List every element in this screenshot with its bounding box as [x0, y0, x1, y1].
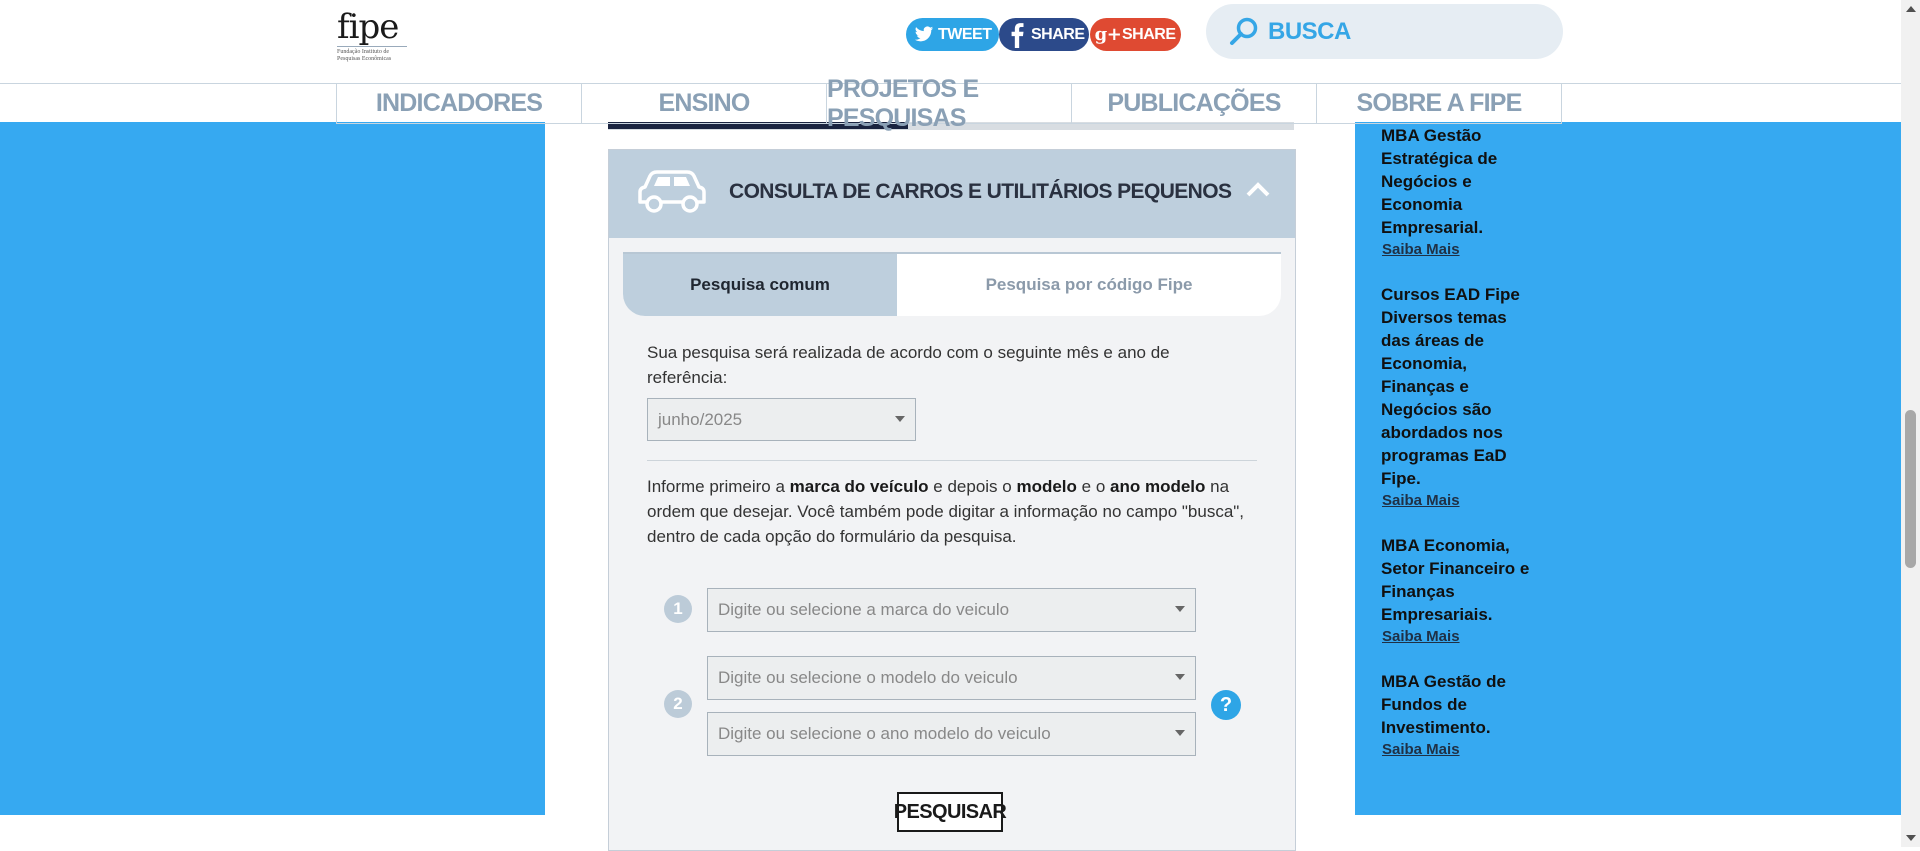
twitter-icon: [910, 26, 938, 43]
search-icon: [1228, 16, 1268, 48]
google-plus-icon: g+: [1094, 24, 1122, 45]
dropdown-arrow-icon: [1175, 606, 1185, 612]
tweet-button[interactable]: TWEET: [906, 18, 999, 51]
facebook-share-label: SHARE: [1031, 25, 1085, 43]
main-nav: INDICADORES ENSINO PROJETOS E PESQUISAS …: [336, 75, 1562, 132]
dropdown-arrow-icon: [895, 415, 905, 422]
sidebar-item: MBA Economia, Setor Financeiro e Finança…: [1381, 534, 1531, 648]
panel-title: CONSULTA DE CARROS E UTILITÁRIOS PEQUENO…: [729, 180, 1232, 203]
scrollbar-thumb[interactable]: [1905, 410, 1916, 568]
nav-item-projetos-e-pesquisas[interactable]: PROJETOS E PESQUISAS: [826, 75, 1071, 132]
scroll-down-arrow-icon[interactable]: [1906, 835, 1916, 841]
search-tabs: Pesquisa comum Pesquisa por código Fipe: [623, 252, 1281, 316]
instructions-bold-modelo: modelo: [1016, 477, 1077, 496]
fipe-logo[interactable]: fipe Fundação Instituto de Pesquisas Eco…: [337, 10, 407, 72]
consulta-panel: CONSULTA DE CARROS E UTILITÁRIOS PEQUENO…: [608, 149, 1296, 851]
section-divider: [647, 460, 1257, 461]
sidebar-courses: MBA Gestão Estratégica de Negócios e Eco…: [1381, 124, 1531, 783]
nav-item-publicacoes[interactable]: PUBLICAÇÕES: [1071, 84, 1316, 123]
step-1-badge: 1: [664, 595, 692, 623]
pesquisar-button[interactable]: PESQUISAR: [894, 792, 1007, 832]
year-placeholder: Digite ou selecione o ano modelo do veic…: [718, 724, 1051, 743]
chevron-up-icon[interactable]: [1245, 180, 1271, 203]
year-select[interactable]: Digite ou selecione o ano modelo do veic…: [707, 712, 1196, 756]
saiba-mais-link[interactable]: Saiba Mais: [1382, 490, 1531, 512]
panel-header[interactable]: CONSULTA DE CARROS E UTILITÁRIOS PEQUENO…: [609, 150, 1295, 238]
model-placeholder: Digite ou selecione o modelo do veiculo: [718, 668, 1018, 687]
logo-word: fipe: [337, 7, 399, 47]
logo-subtitle-line2: Pesquisas Econômicas: [337, 56, 392, 62]
tweet-label: TWEET: [938, 25, 992, 43]
car-icon: [634, 168, 710, 221]
nav-item-indicadores[interactable]: INDICADORES: [336, 84, 581, 123]
sidebar-item: MBA Gestão de Fundos de Investimento. Sa…: [1381, 670, 1531, 761]
sidebar-item: MBA Gestão Estratégica de Negócios e Eco…: [1381, 124, 1531, 261]
reference-month-value: junho/2025: [658, 409, 743, 429]
instructions-part: e depois o: [928, 477, 1017, 496]
instructions-part: Informe primeiro a: [647, 477, 790, 496]
search-box[interactable]: BUSCA: [1206, 4, 1563, 59]
brand-placeholder: Digite ou selecione a marca do veiculo: [718, 600, 1010, 619]
reference-month-select[interactable]: junho/2025: [647, 398, 916, 441]
help-icon[interactable]: ?: [1211, 690, 1241, 720]
sidebar-item-title: MBA Gestão de Fundos de Investimento.: [1381, 672, 1507, 737]
reference-text: Sua pesquisa será realizada de acordo co…: [647, 343, 1170, 387]
nav-item-sobre-a-fipe[interactable]: SOBRE A FIPE: [1316, 84, 1562, 123]
tab-pesquisa-comum[interactable]: Pesquisa comum: [623, 254, 897, 316]
sidebar-item-title: MBA Gestão Estratégica de Negócios e Eco…: [1381, 126, 1498, 237]
sidebar-item-title: MBA Economia, Setor Financeiro e Finança…: [1381, 536, 1530, 624]
instructions-bold-marca: marca do veículo: [789, 477, 929, 496]
saiba-mais-link[interactable]: Saiba Mais: [1382, 626, 1531, 648]
logo-subtitle-line1: Fundação Instituto de: [337, 49, 389, 55]
google-plus-share-button[interactable]: g+ SHARE: [1090, 18, 1181, 51]
instructions-bold-ano: ano modelo: [1110, 477, 1206, 496]
saiba-mais-link[interactable]: Saiba Mais: [1382, 739, 1531, 761]
sidebar-item: Cursos EAD Fipe Diversos temas das áreas…: [1381, 283, 1531, 512]
facebook-share-button[interactable]: SHARE: [999, 18, 1089, 51]
tab-pesquisa-codigo-fipe[interactable]: Pesquisa por código Fipe: [897, 254, 1281, 316]
dropdown-arrow-icon: [1175, 674, 1185, 680]
instructions-text: Informe primeiro a marca do veículo e de…: [647, 474, 1267, 549]
scroll-up-arrow-icon[interactable]: [1906, 6, 1916, 12]
background-left: [0, 122, 545, 815]
google-plus-share-label: SHARE: [1122, 25, 1176, 43]
instructions-part: e o: [1076, 477, 1111, 496]
nav-item-ensino[interactable]: ENSINO: [581, 84, 826, 123]
saiba-mais-link[interactable]: Saiba Mais: [1382, 239, 1531, 261]
dropdown-arrow-icon: [1175, 730, 1185, 736]
page-scrollbar[interactable]: [1901, 0, 1920, 847]
step-2-badge: 2: [664, 690, 692, 718]
search-label: BUSCA: [1268, 17, 1351, 45]
model-select[interactable]: Digite ou selecione o modelo do veiculo: [707, 656, 1196, 700]
facebook-icon: [1003, 22, 1031, 48]
sidebar-item-title: Cursos EAD Fipe Diversos temas das áreas…: [1381, 285, 1520, 488]
brand-select[interactable]: Digite ou selecione a marca do veiculo: [707, 588, 1196, 632]
